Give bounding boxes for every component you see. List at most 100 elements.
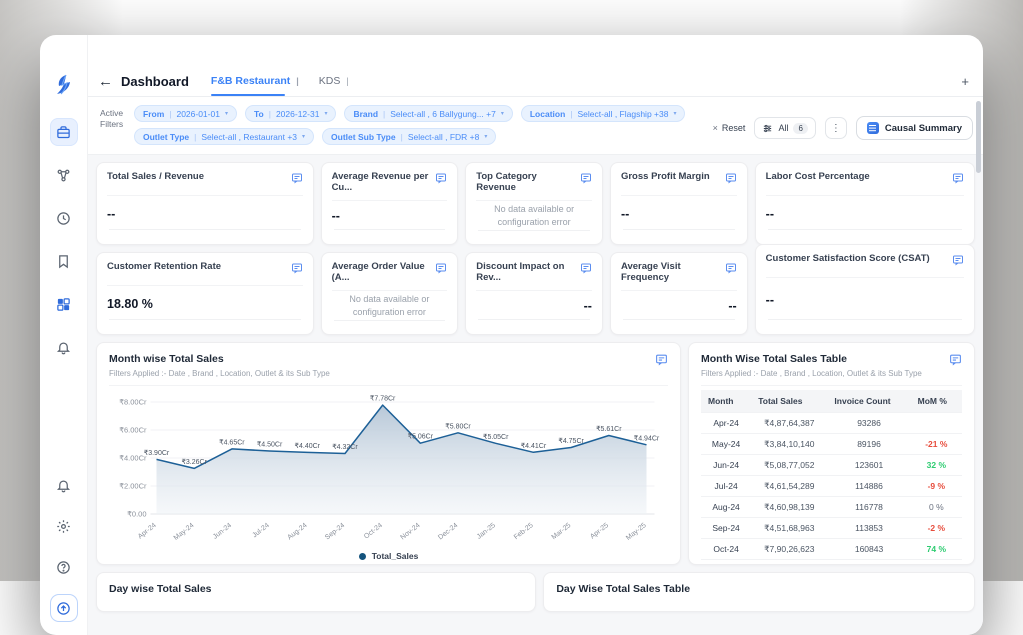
settings-gear-icon[interactable] xyxy=(51,513,77,539)
comment-icon[interactable] xyxy=(291,261,303,279)
apps-grid-icon[interactable] xyxy=(51,291,77,317)
kpi-empty-text: No data available or configuration error xyxy=(476,201,592,230)
kpi-card: Average Revenue per Cu...-- xyxy=(321,162,459,245)
table-row: Nov-24₹5,25,41,379119955-33 % xyxy=(701,560,962,566)
all-filters-button[interactable]: All 6 xyxy=(754,117,815,139)
kpi-card: Gross Profit Margin-- xyxy=(610,162,748,245)
svg-text:Sep-24: Sep-24 xyxy=(324,522,346,541)
kpi-value: -- xyxy=(766,196,964,229)
filter-chip[interactable]: Outlet Sub Type|Select-all , FDR +8▾ xyxy=(322,128,496,145)
legend-dot-icon xyxy=(359,553,366,560)
divider xyxy=(478,319,590,320)
svg-text:Oct-24: Oct-24 xyxy=(363,522,384,541)
comment-icon[interactable] xyxy=(291,171,303,189)
svg-text:₹5.61Cr: ₹5.61Cr xyxy=(596,425,622,433)
svg-text:₹4.65Cr: ₹4.65Cr xyxy=(219,438,245,446)
svg-text:Mar-25: Mar-25 xyxy=(551,522,573,541)
svg-text:₹4.41Cr: ₹4.41Cr xyxy=(521,442,547,450)
add-tab-icon[interactable]: + xyxy=(961,74,969,89)
active-filters-label: Active Filters xyxy=(100,105,134,145)
svg-text:₹5.80Cr: ₹5.80Cr xyxy=(445,422,471,430)
causal-summary-icon xyxy=(867,122,879,134)
kpi-card: Average Order Value (A... No data availab… xyxy=(321,252,459,335)
divider xyxy=(623,319,735,320)
kpi-title: Average Order Value (A... xyxy=(332,261,432,284)
filter-chip[interactable]: To|2026-12-31▾ xyxy=(245,105,336,122)
dashboard-content: Total Sales / Revenue--Average Revenue p… xyxy=(88,155,983,635)
tab-fb-restaurant[interactable]: F&B Restaurant| xyxy=(211,75,299,96)
comment-icon[interactable] xyxy=(952,171,964,189)
scrollbar-thumb[interactable] xyxy=(976,101,981,173)
svg-text:₹4.75Cr: ₹4.75Cr xyxy=(558,437,584,445)
app-logo-icon[interactable] xyxy=(52,73,76,97)
table-row: Sep-24₹4,51,68,963113853-2 % xyxy=(701,518,962,539)
filter-chip[interactable]: From|2026-01-01▾ xyxy=(134,105,237,122)
comment-icon[interactable] xyxy=(725,261,737,279)
table-row: Jun-24₹5,08,77,05212360132 % xyxy=(701,455,962,476)
comment-icon[interactable] xyxy=(580,261,592,279)
filter-chip[interactable]: Brand|Select-all , 6 Ballygung... +7▾ xyxy=(344,105,512,122)
divider xyxy=(768,319,962,320)
kpi-value: -- xyxy=(332,201,448,229)
kpi-empty-text: No data available or configuration error xyxy=(332,291,448,320)
integrations-icon[interactable] xyxy=(51,162,77,188)
table-column-header: MoM % xyxy=(911,390,962,413)
day-wise-total-sales-table-card: Day Wise Total Sales Table xyxy=(543,572,975,612)
account-icon[interactable] xyxy=(51,595,77,621)
svg-text:₹4.50Cr: ₹4.50Cr xyxy=(257,441,283,449)
comment-icon[interactable] xyxy=(435,171,447,189)
kpi-title: Discount Impact on Rev... xyxy=(476,261,576,284)
kebab-menu-icon[interactable]: ⋮ xyxy=(825,117,847,139)
sidebar xyxy=(40,35,88,635)
kpi-value: -- xyxy=(107,196,303,229)
comment-icon[interactable] xyxy=(435,261,447,279)
sales-table: MonthTotal SalesInvoice CountMoM % Apr-2… xyxy=(701,390,962,565)
kpi-card: Average Visit Frequency-- xyxy=(610,252,748,335)
divider xyxy=(334,229,446,230)
svg-text:May-25: May-25 xyxy=(625,522,648,542)
history-icon[interactable] xyxy=(51,205,77,231)
comment-icon[interactable] xyxy=(580,171,592,189)
filter-bar: Active Filters From|2026-01-01▾ To|2026-1… xyxy=(88,97,983,155)
causal-summary-button[interactable]: Causal Summary xyxy=(856,116,973,140)
svg-text:Jul-24: Jul-24 xyxy=(251,522,270,539)
comment-icon[interactable] xyxy=(725,171,737,189)
svg-text:Jan-25: Jan-25 xyxy=(476,522,497,541)
kpi-value: -- xyxy=(766,278,964,319)
table-row: May-24₹3,84,10,14089196-21 % xyxy=(701,434,962,455)
svg-text:Apr-24: Apr-24 xyxy=(137,522,158,541)
bell-icon[interactable] xyxy=(51,472,77,498)
bookmark-icon[interactable] xyxy=(51,248,77,274)
chart-title: Month wise Total Sales xyxy=(109,353,330,365)
filter-controls: ×Reset All 6 ⋮ Causal Summary xyxy=(713,105,973,145)
divider xyxy=(768,229,962,230)
kpi-value: 18.80 % xyxy=(107,286,303,319)
svg-text:Nov-24: Nov-24 xyxy=(399,522,421,541)
scrollbar[interactable] xyxy=(976,101,981,629)
help-icon[interactable] xyxy=(51,554,77,580)
table-row: Apr-24₹4,87,64,38793286 xyxy=(701,413,962,434)
sidebar-bottom-icons xyxy=(51,472,77,621)
kpi-title: Average Visit Frequency xyxy=(621,261,721,284)
comment-icon[interactable] xyxy=(952,253,964,271)
filter-chip[interactable]: Location|Select-all , Flagship +38▾ xyxy=(521,105,686,122)
dashboard-icon[interactable] xyxy=(51,119,77,145)
svg-text:₹0.00: ₹0.00 xyxy=(127,510,146,519)
divider xyxy=(109,319,301,320)
kpi-card: Top Category Revenue No data available or… xyxy=(465,162,603,245)
page-title: Dashboard xyxy=(121,74,189,89)
kpi-card: Total Sales / Revenue-- xyxy=(96,162,314,245)
back-arrow-icon[interactable]: ← xyxy=(98,73,113,90)
comment-icon[interactable] xyxy=(655,353,668,371)
filter-chip[interactable]: Outlet Type|Select-all , Restaurant +3▾ xyxy=(134,128,314,145)
svg-text:₹2.00Cr: ₹2.00Cr xyxy=(119,482,147,491)
table-title: Month Wise Total Sales Table xyxy=(701,353,922,365)
bell-icon[interactable] xyxy=(51,334,77,360)
kpi-title: Top Category Revenue xyxy=(476,171,576,194)
table-column-header: Month xyxy=(701,390,751,413)
reset-button[interactable]: ×Reset xyxy=(713,123,746,133)
total-sales-line-chart[interactable]: ₹0.00₹2.00Cr₹4.00Cr₹6.00Cr₹8.00Cr₹3.90Cr… xyxy=(109,390,668,553)
comment-icon[interactable] xyxy=(949,353,962,371)
table-row: Oct-24₹7,90,26,62316084374 % xyxy=(701,539,962,560)
tab-kds[interactable]: KDS| xyxy=(319,75,349,96)
